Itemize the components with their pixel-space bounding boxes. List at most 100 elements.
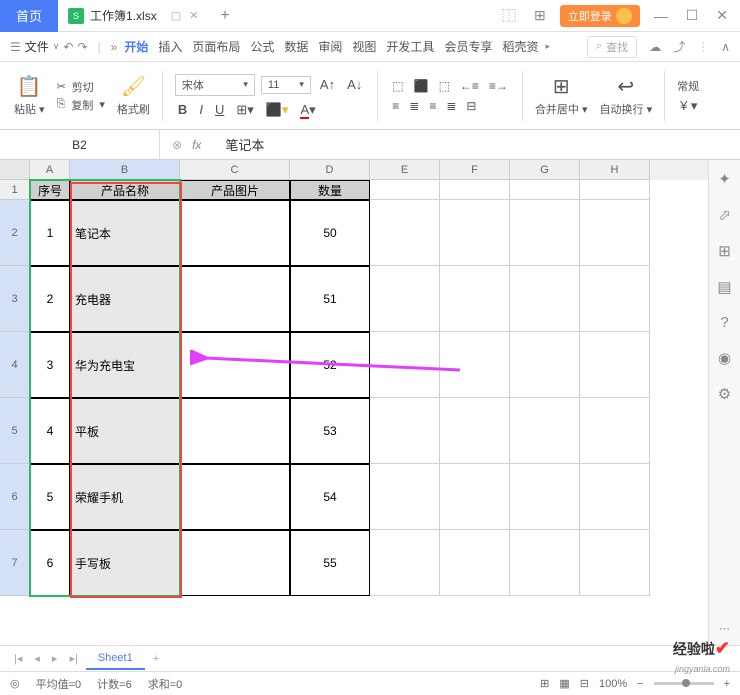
sparkle-icon[interactable]: ✦ (718, 170, 731, 188)
hamburger-icon[interactable]: ☰ (10, 40, 21, 54)
cell[interactable] (510, 398, 580, 464)
cell[interactable] (510, 530, 580, 596)
tab-restore-icon[interactable]: ▢ (171, 9, 181, 22)
search-input[interactable]: ⌕ 查找 (587, 36, 637, 58)
cell[interactable] (440, 266, 510, 332)
cell[interactable] (580, 332, 650, 398)
zoom-slider[interactable] (654, 682, 714, 685)
cell[interactable]: 2 (30, 266, 70, 332)
maximize-button[interactable]: ☐ (682, 7, 703, 24)
cell[interactable] (580, 530, 650, 596)
view-page-icon[interactable]: ▦ (559, 677, 569, 690)
cell[interactable]: 52 (290, 332, 370, 398)
prev-sheet-button[interactable]: ◂ (30, 652, 44, 665)
cell[interactable] (180, 332, 290, 398)
row-header-6[interactable]: 6 (0, 464, 30, 530)
undo-icon[interactable]: ↶ (63, 40, 73, 54)
collapse-icon[interactable]: ∧ (721, 40, 730, 54)
cell[interactable]: 序号 (30, 180, 70, 200)
cell[interactable] (580, 200, 650, 266)
zoom-out-button[interactable]: − (637, 678, 643, 690)
align-middle-button[interactable]: ⬛ (412, 79, 431, 93)
zoom-in-button[interactable]: + (724, 678, 730, 690)
align-bottom-button[interactable]: ⬚ (437, 79, 452, 93)
cell[interactable] (370, 398, 440, 464)
italic-button[interactable]: I (196, 102, 206, 117)
select-icon[interactable]: ⬀ (718, 206, 731, 224)
cut-button[interactable]: ✂ 剪切 (57, 79, 105, 95)
cell[interactable] (180, 266, 290, 332)
robot-icon[interactable]: ◉ (718, 349, 731, 367)
indent-right-button[interactable]: ≡→ (487, 79, 510, 93)
home-tab[interactable]: 首页 (0, 0, 58, 32)
file-menu[interactable]: 文件 ∨ (25, 38, 60, 55)
cell[interactable]: 5 (30, 464, 70, 530)
select-all-corner[interactable] (0, 160, 30, 180)
cell[interactable] (370, 180, 440, 200)
layout1-icon[interactable]: ⿰ (498, 6, 520, 26)
format-painter-button[interactable]: 🖌 格式刷 (117, 74, 150, 117)
col-header-a[interactable]: A (30, 160, 70, 180)
underline-button[interactable]: U (212, 102, 227, 117)
border-button[interactable]: ⊞▾ (233, 102, 256, 118)
cell[interactable]: 54 (290, 464, 370, 530)
menu-templates[interactable]: 稻壳资 (499, 38, 541, 55)
col-header-b[interactable]: B (70, 160, 180, 180)
col-header-d[interactable]: D (290, 160, 370, 180)
paste-button[interactable]: 📋 粘贴 ▾ (14, 74, 45, 117)
file-tab[interactable]: S 工作簿1.xlsx ▢ ✕ (58, 7, 208, 24)
cell[interactable]: 笔记本 (70, 200, 180, 266)
cell[interactable]: 数量 (290, 180, 370, 200)
name-box[interactable]: B2 (0, 130, 160, 159)
col-header-c[interactable]: C (180, 160, 290, 180)
cell[interactable] (440, 200, 510, 266)
next-sheet-button[interactable]: ▸ (48, 652, 62, 665)
cloud-icon[interactable]: ☁ (649, 40, 661, 54)
add-sheet-button[interactable]: + (149, 653, 163, 665)
cell[interactable] (370, 464, 440, 530)
more-icon[interactable]: ⋯ (719, 622, 730, 635)
cell[interactable] (580, 398, 650, 464)
cell[interactable] (180, 530, 290, 596)
cell[interactable] (440, 530, 510, 596)
cell[interactable]: 产品名称 (70, 180, 180, 200)
tools-icon[interactable]: ⚙ (718, 385, 731, 403)
menu-review[interactable]: 审阅 (315, 38, 345, 55)
col-header-h[interactable]: H (580, 160, 650, 180)
add-tab-button[interactable]: + (208, 7, 241, 25)
menu-view[interactable]: 视图 (349, 38, 379, 55)
share-icon[interactable]: ⤴ (673, 38, 685, 55)
align-right-button[interactable]: ≡ (427, 99, 438, 113)
minimize-button[interactable]: — (650, 8, 672, 24)
cell[interactable] (370, 200, 440, 266)
decrease-font-button[interactable]: A↓ (344, 77, 365, 92)
indent-left-button[interactable]: ←≡ (458, 79, 481, 93)
number-format-select[interactable]: 常规 (677, 78, 700, 94)
increase-font-button[interactable]: A↑ (317, 77, 338, 92)
row-header-3[interactable]: 3 (0, 266, 30, 332)
cell[interactable]: 华为充电宝 (70, 332, 180, 398)
cell[interactable]: 1 (30, 200, 70, 266)
cell[interactable]: 51 (290, 266, 370, 332)
cell[interactable]: 6 (30, 530, 70, 596)
justify-button[interactable]: ≣ (444, 99, 458, 113)
merge-button[interactable]: ⊞ 合并居中 ▾ (535, 74, 588, 117)
tab-close-icon[interactable]: ✕ (189, 9, 198, 22)
properties-icon[interactable]: ▤ (717, 278, 731, 296)
cell[interactable] (440, 180, 510, 200)
cell[interactable] (370, 266, 440, 332)
first-sheet-button[interactable]: |◂ (10, 652, 26, 665)
align-top-button[interactable]: ⬚ (390, 79, 405, 93)
cancel-icon[interactable]: ⊗ (172, 138, 182, 152)
view-split-icon[interactable]: ⊟ (580, 677, 589, 690)
bold-button[interactable]: B (175, 102, 190, 117)
cell[interactable]: 平板 (70, 398, 180, 464)
fill-color-button[interactable]: ⬛▾ (263, 102, 292, 118)
cell[interactable]: 55 (290, 530, 370, 596)
overflow-icon[interactable]: » (111, 40, 118, 54)
copy-button[interactable]: ⎘ 复制 ▾ (57, 97, 105, 113)
row-header-7[interactable]: 7 (0, 530, 30, 596)
redo-icon[interactable]: ↷ (77, 40, 87, 54)
cell[interactable] (370, 332, 440, 398)
cell[interactable] (510, 180, 580, 200)
